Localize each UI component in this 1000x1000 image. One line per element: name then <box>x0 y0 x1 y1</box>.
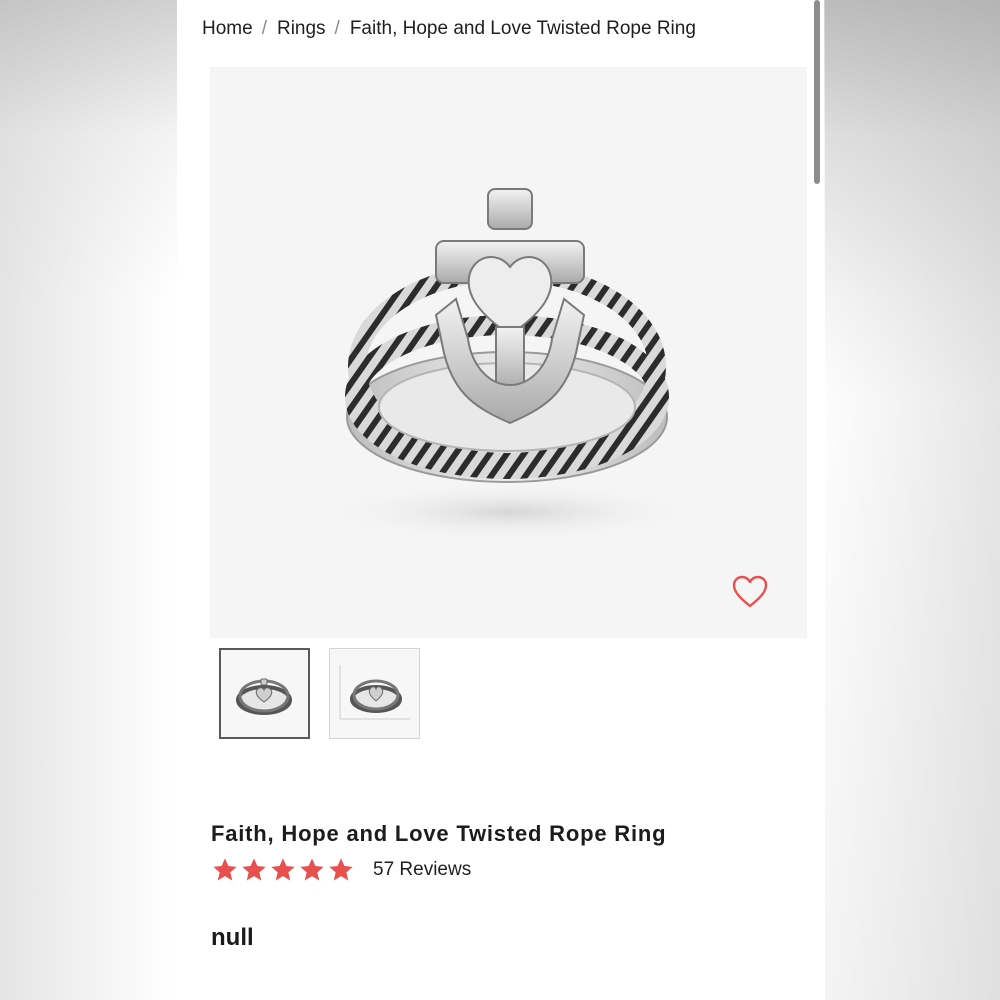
reviews-link[interactable]: 57 Reviews <box>373 859 471 881</box>
product-title: Faith, Hope and Love Twisted Rope Ring <box>211 821 667 846</box>
star-rating <box>211 856 355 884</box>
star-icon <box>300 858 324 881</box>
product-price: null <box>211 924 254 951</box>
breadcrumb-current: Faith, Hope and Love Twisted Rope Ring <box>349 18 696 39</box>
product-rating: 57 Reviews <box>211 855 471 885</box>
product-main-image <box>210 67 807 638</box>
star-icon <box>213 858 237 881</box>
breadcrumb-home-link[interactable]: Home <box>202 18 253 39</box>
breadcrumb-separator: / <box>261 18 267 39</box>
heart-outline-icon[interactable] <box>730 572 770 612</box>
page-scrollbar[interactable] <box>814 0 820 184</box>
ring-thumbnail-image <box>236 678 292 715</box>
product-page: Home / Rings / Faith, Hope and Love Twisted … <box>177 0 824 1000</box>
ring-thumbnail[interactable] <box>219 648 310 739</box>
star-icon <box>271 858 295 881</box>
ring-size-chart-image <box>339 665 410 720</box>
star-icon <box>242 858 266 881</box>
breadcrumb-rings-link[interactable]: Rings <box>277 18 326 39</box>
anchor-heart-ring-image <box>320 188 700 542</box>
star-icon <box>329 858 353 881</box>
backdrop-blur-right <box>825 0 1000 1000</box>
breadcrumb: Home / Rings / Faith, Hope and Love Twisted … <box>202 18 696 40</box>
breadcrumb-separator: / <box>334 18 340 39</box>
ring-size-chart-thumbnail[interactable] <box>329 648 420 739</box>
